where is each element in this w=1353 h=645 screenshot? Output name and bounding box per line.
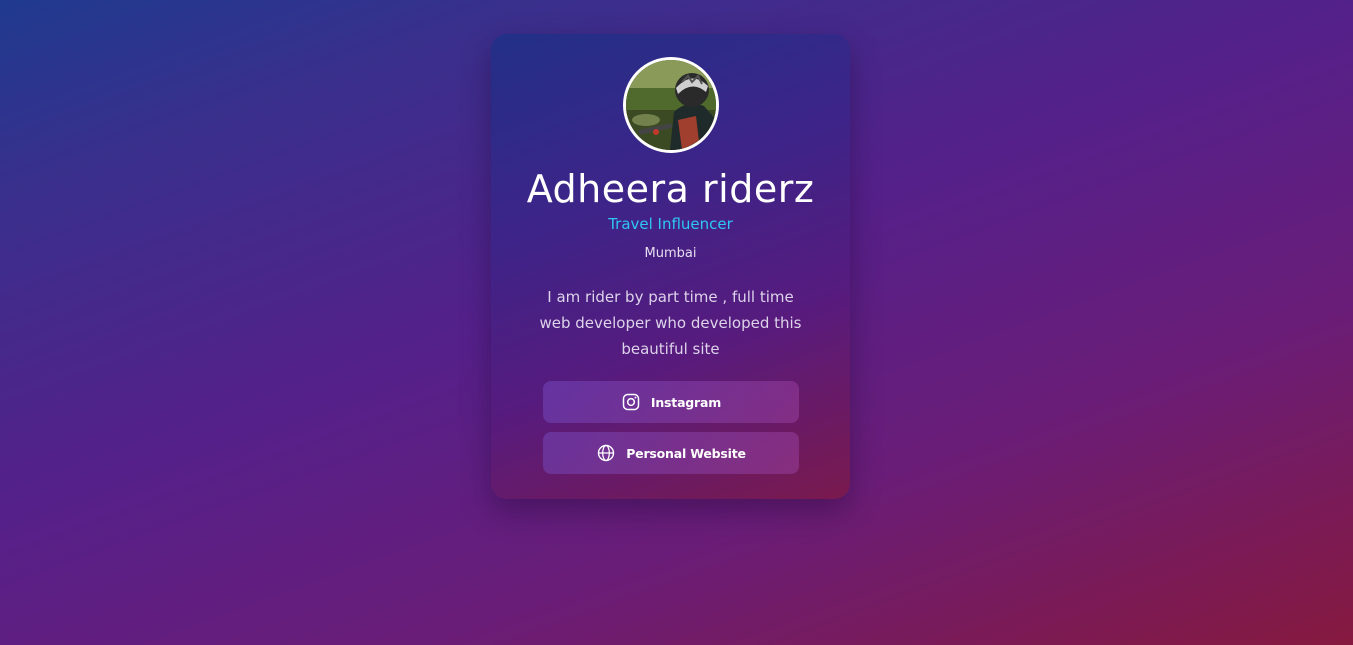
profile-name: Adheera riderz xyxy=(526,167,815,211)
instagram-button[interactable]: Instagram xyxy=(543,381,799,423)
avatar-photo-icon xyxy=(626,60,716,150)
globe-icon xyxy=(598,444,615,462)
profile-role: Travel Influencer xyxy=(608,215,733,233)
profile-location: Mumbai xyxy=(644,246,697,261)
instagram-label: Instagram xyxy=(650,394,722,410)
instagram-icon xyxy=(622,393,640,411)
personal-website-label: Personal Website xyxy=(626,445,746,461)
profile-bio: I am rider by part time , full time web … xyxy=(539,288,802,358)
profile-card: Adheera riderz Travel Influencer Mumbai … xyxy=(491,34,850,499)
avatar xyxy=(623,57,719,153)
personal-website-button[interactable]: Personal Website xyxy=(543,432,799,474)
